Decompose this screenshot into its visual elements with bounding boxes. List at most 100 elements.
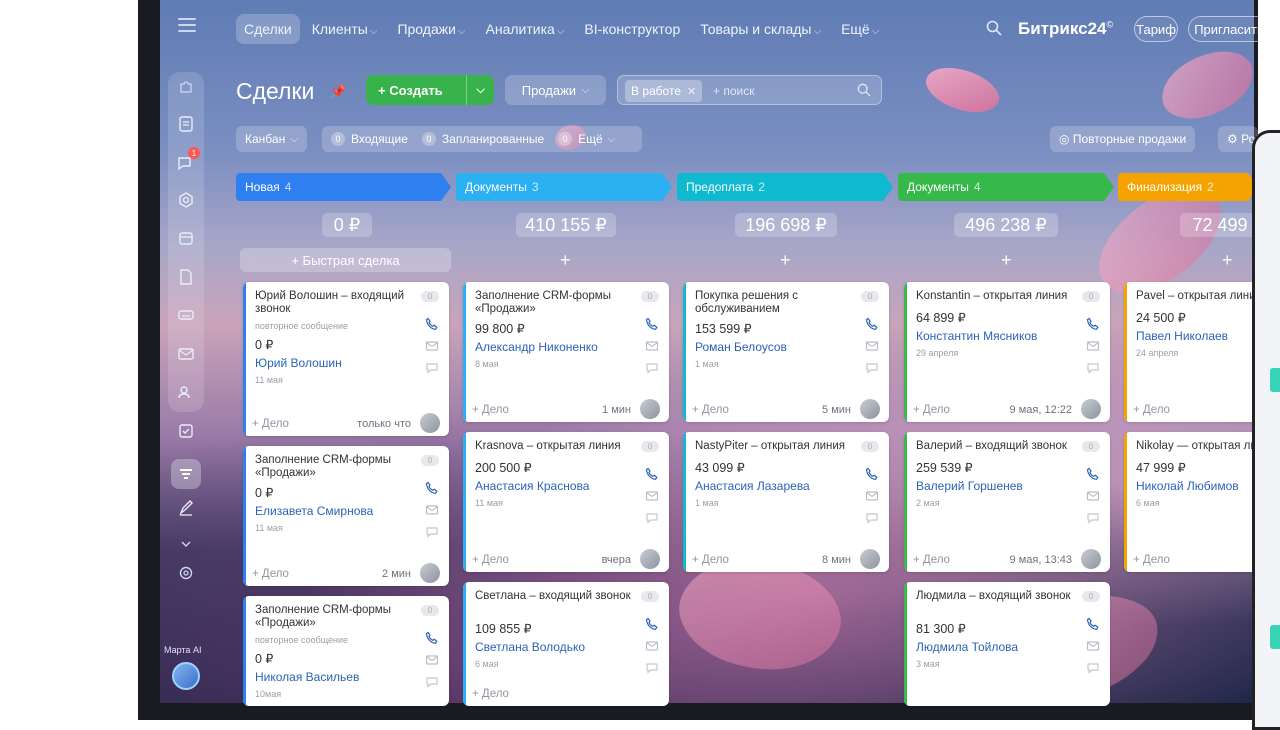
stage-finalization[interactable]: Финализация 2 <box>1118 173 1258 201</box>
add-deal-button[interactable]: + <box>560 250 571 271</box>
phone-icon[interactable] <box>425 631 439 645</box>
add-activity-button[interactable]: + Дело <box>472 688 509 700</box>
calendar-icon[interactable] <box>176 228 196 248</box>
add-activity-button[interactable]: + Дело <box>1133 554 1170 566</box>
chat-icon[interactable] <box>1086 661 1100 675</box>
chat-icon[interactable] <box>645 361 659 375</box>
phone-icon[interactable] <box>425 481 439 495</box>
more-link[interactable]: Ещё <box>578 132 603 146</box>
deal-contact[interactable]: Александр Никоненко <box>475 340 598 354</box>
deal-card[interactable]: Заполнение CRM-формы «Продажи» 0 99 800 ₽ А… <box>463 282 669 422</box>
avatar[interactable] <box>1081 399 1101 419</box>
deal-contact[interactable]: Анастасия Краснова <box>475 479 589 493</box>
gear-icon[interactable] <box>176 563 196 583</box>
mail-icon[interactable] <box>865 489 879 503</box>
avatar[interactable] <box>420 413 440 433</box>
phone-icon[interactable] <box>1086 467 1100 481</box>
mail-icon[interactable] <box>1086 639 1100 653</box>
deal-contact[interactable]: Елизавета Смирнова <box>255 504 373 518</box>
chat-icon[interactable] <box>425 361 439 375</box>
deal-card[interactable]: Людмила – входящий звонок 0 81 300 ₽ Людмил… <box>904 582 1110 706</box>
chat-icon[interactable] <box>425 675 439 689</box>
chat-icon[interactable] <box>1086 361 1100 375</box>
nav-sales[interactable]: Продажи ⌵ <box>389 14 473 44</box>
add-activity-button[interactable]: + Дело <box>252 418 289 430</box>
phone-icon[interactable] <box>645 617 659 631</box>
deal-title[interactable]: Светлана – входящий звонок <box>475 590 635 603</box>
deal-title[interactable]: NastyPiter – открытая линия <box>695 440 855 453</box>
add-activity-button[interactable]: + Дело <box>692 404 729 416</box>
invite-button[interactable]: Пригласить <box>1188 16 1270 42</box>
puzzle-icon[interactable] <box>176 77 196 97</box>
phone-icon[interactable] <box>425 317 439 331</box>
search-input[interactable]: + поиск <box>713 84 754 98</box>
tariff-button[interactable]: Тариф <box>1134 16 1178 42</box>
quick-deal-button[interactable]: + Быстрая сделка <box>240 248 451 272</box>
deal-title[interactable]: Покупка решения с обслуживанием <box>695 290 855 316</box>
deal-title[interactable]: Krasnova – открытая линия <box>475 440 635 453</box>
add-activity-button[interactable]: + Дело <box>472 554 509 566</box>
avatar[interactable] <box>860 549 880 569</box>
document-icon[interactable] <box>176 267 196 287</box>
chat-icon[interactable] <box>425 525 439 539</box>
chat-icon[interactable] <box>1086 511 1100 525</box>
deal-title[interactable]: Людмила – входящий звонок <box>916 590 1076 603</box>
deal-title[interactable]: Валерий – входящий звонок <box>916 440 1076 453</box>
drive-icon[interactable] <box>176 305 196 325</box>
incoming-link[interactable]: Входящие <box>351 132 408 146</box>
add-activity-button[interactable]: + Дело <box>252 568 289 580</box>
avatar[interactable] <box>640 549 660 569</box>
deal-card[interactable]: NastyPiter – открытая линия 0 43 099 ₽ Анас… <box>683 432 889 572</box>
phone-icon[interactable] <box>645 317 659 331</box>
deal-card[interactable]: Krasnova – открытая линия 0 200 500 ₽ Анаст… <box>463 432 669 572</box>
deal-card[interactable]: Покупка решения с обслуживанием 0 153 599 … <box>683 282 889 422</box>
mail-icon[interactable] <box>176 344 196 364</box>
stage-documents-2[interactable]: Документы 4 <box>898 173 1114 201</box>
filter-chip[interactable]: В работе ✕ <box>625 80 703 102</box>
phone-icon[interactable] <box>865 317 879 331</box>
search-icon[interactable] <box>986 20 1002 36</box>
chevron-down-icon[interactable] <box>176 534 196 554</box>
avatar[interactable] <box>1081 549 1101 569</box>
stage-prepayment[interactable]: Предоплата 2 <box>677 173 893 201</box>
deal-card[interactable]: Заполнение CRM-формы «Продажи» 0 повторное… <box>243 596 449 706</box>
deal-card[interactable]: Светлана – входящий звонок 0 109 855 ₽ Свет… <box>463 582 669 706</box>
chat-icon[interactable] <box>865 361 879 375</box>
deal-title[interactable]: Юрий Волошин – входящий звонок <box>255 290 415 316</box>
mail-icon[interactable] <box>425 503 439 517</box>
deal-title[interactable]: Заполнение CRM-формы «Продажи» <box>255 454 415 480</box>
view-select[interactable]: Канбан ⌵ <box>236 126 308 152</box>
feed-icon[interactable] <box>176 114 196 134</box>
deal-contact[interactable]: Николая Васильев <box>255 670 359 684</box>
chat-icon[interactable] <box>645 511 659 525</box>
deal-contact[interactable]: Анастасия Лазарева <box>695 479 810 493</box>
mail-icon[interactable] <box>1086 339 1100 353</box>
search-icon[interactable] <box>857 83 871 97</box>
phone-icon[interactable] <box>1086 617 1100 631</box>
avatar[interactable] <box>860 399 880 419</box>
chat-icon[interactable] <box>865 511 879 525</box>
sign-icon[interactable] <box>176 498 196 518</box>
pin-icon[interactable]: 📌 <box>330 84 346 100</box>
category-select[interactable]: Продажи ⌵ <box>505 75 606 105</box>
assistant-avatar[interactable] <box>172 662 200 690</box>
nav-analytics[interactable]: Аналитика ⌵ <box>478 14 573 44</box>
chat-icon[interactable] <box>645 661 659 675</box>
mail-icon[interactable] <box>645 639 659 653</box>
mail-icon[interactable] <box>865 339 879 353</box>
nav-more[interactable]: Ещё ⌵ <box>833 14 887 44</box>
deal-title[interactable]: Заполнение CRM-формы «Продажи» <box>255 604 415 630</box>
tasks-icon[interactable] <box>176 421 196 441</box>
deal-contact[interactable]: Юрий Волошин <box>255 356 342 370</box>
nav-goods[interactable]: Товары и склады ⌵ <box>692 14 829 44</box>
deal-card[interactable]: Валерий – входящий звонок 0 259 539 ₽ Валер… <box>904 432 1110 572</box>
planned-link[interactable]: Запланированные <box>442 132 544 146</box>
add-activity-button[interactable]: + Дело <box>1133 404 1170 416</box>
deal-contact[interactable]: Павел Николаев <box>1136 329 1228 343</box>
add-activity-button[interactable]: + Дело <box>472 404 509 416</box>
mail-icon[interactable] <box>1086 489 1100 503</box>
stage-new[interactable]: Новая 4 <box>236 173 451 201</box>
create-button[interactable]: + Создать ⌵ <box>366 75 494 105</box>
hexagon-icon[interactable] <box>176 190 196 210</box>
deal-contact[interactable]: Николай Любимов <box>1136 479 1239 493</box>
